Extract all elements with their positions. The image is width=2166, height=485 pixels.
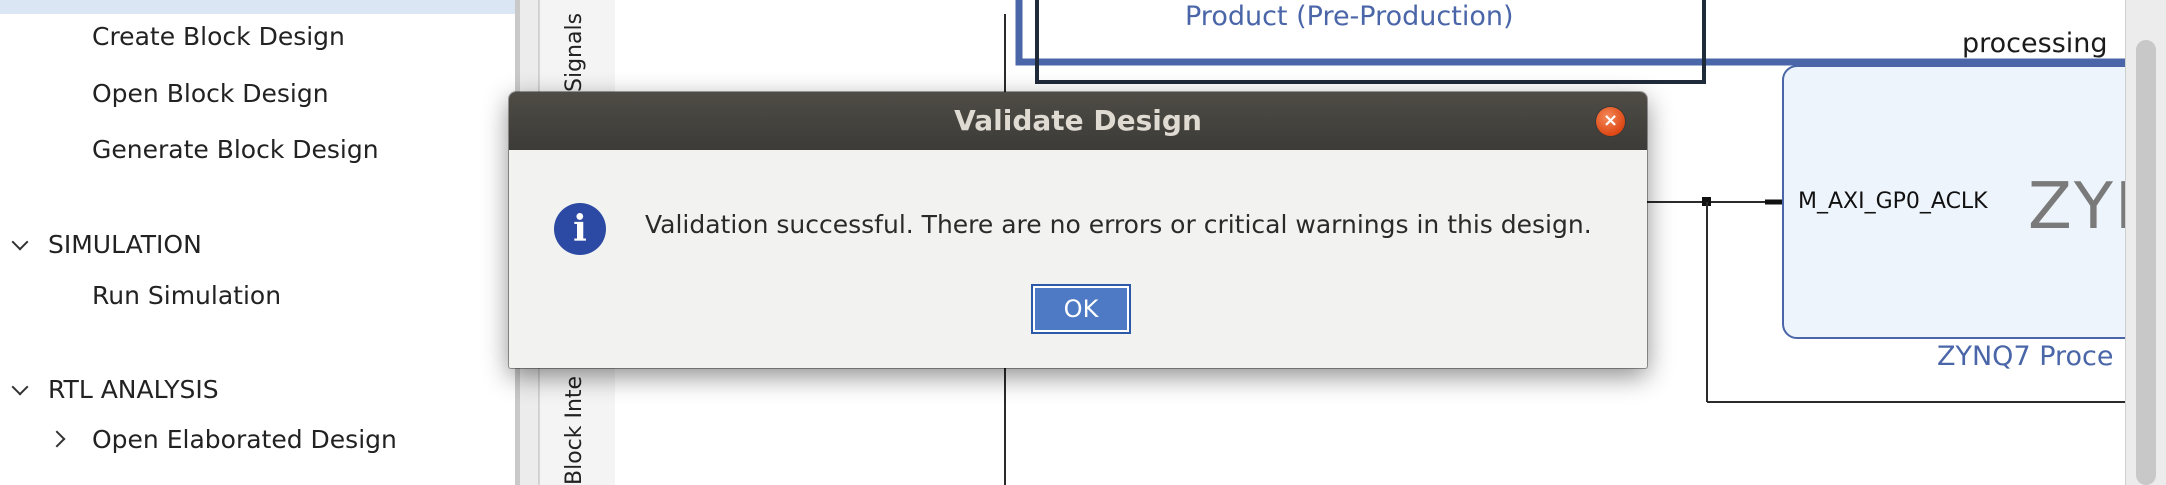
close-icon[interactable]: × (1596, 107, 1625, 136)
port-label: M_AXI_GP0_ACLK (1798, 189, 1988, 214)
processing-label: processing (1962, 28, 2108, 59)
run-simulation-item[interactable]: Run Simulation (92, 281, 281, 310)
dialog-message: Validation successful. There are no erro… (645, 210, 1592, 239)
open-elaborated-design-item[interactable]: Open Elaborated Design (92, 425, 397, 454)
rtl-analysis-section-header[interactable]: RTL ANALYSIS (48, 375, 219, 404)
ip-block-title: ZYNQ7 Proce (1937, 341, 2114, 372)
flow-navigator: Create Block Design Open Block Design Ge… (0, 0, 515, 485)
scrollbar-thumb[interactable] (2136, 40, 2156, 485)
simulation-section-header[interactable]: SIMULATION (48, 230, 202, 259)
chevron-right-icon[interactable] (48, 430, 66, 448)
validate-design-dialog: Validate Design × i Validation successfu… (509, 92, 1647, 368)
ok-button[interactable]: OK (1031, 284, 1131, 334)
open-block-design-item[interactable]: Open Block Design (92, 79, 329, 108)
create-block-design-item[interactable]: Create Block Design (92, 22, 345, 51)
generate-block-design-item[interactable]: Generate Block Design (92, 135, 379, 164)
chevron-down-icon[interactable] (11, 378, 29, 396)
dialog-title: Validate Design (954, 104, 1202, 137)
banner-text: Product (Pre-Production) (1185, 1, 1514, 32)
info-icon: i (554, 203, 606, 255)
vertical-scrollbar[interactable] (2125, 0, 2166, 485)
zynq-logo: ZYN (2028, 170, 2125, 244)
tab-signals[interactable]: Signals (562, 13, 587, 92)
selected-item-highlight (0, 0, 515, 14)
chevron-down-icon[interactable] (11, 233, 29, 251)
tab-block-interface[interactable]: Block Inte (562, 376, 587, 485)
